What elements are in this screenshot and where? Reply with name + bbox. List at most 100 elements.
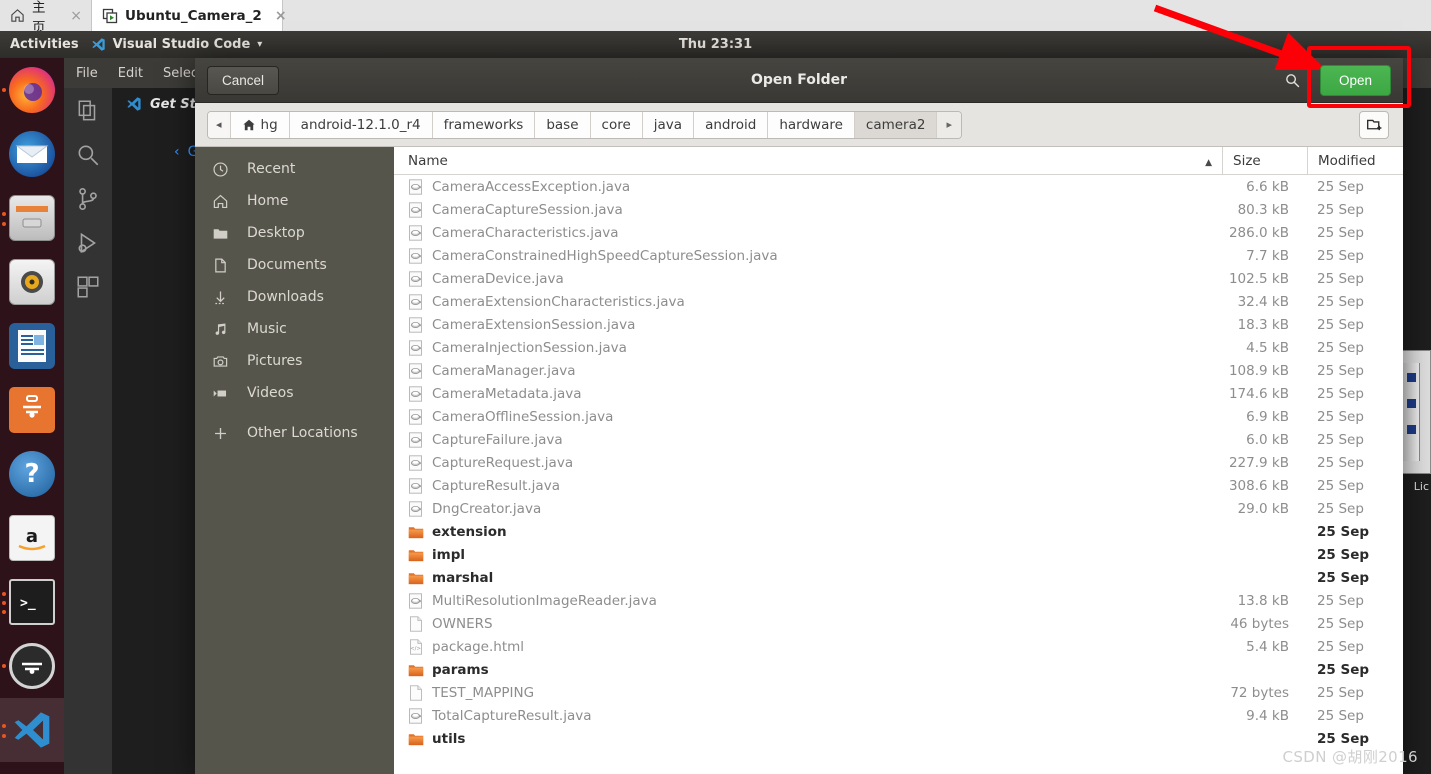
browser-tab-strip: 主页 × Ubuntu_Camera_2 ×	[0, 0, 1431, 36]
file-size-cell: 174.6 kB	[1228, 385, 1289, 402]
file-modified-cell: 25 Sep	[1317, 661, 1370, 678]
close-icon[interactable]: ×	[275, 8, 287, 24]
sidebar-item-music[interactable]: Music	[195, 313, 394, 345]
sidebar-item-other-locations[interactable]: Other Locations	[195, 417, 394, 449]
table-row[interactable]: CameraAccessException.java 6.6 kB 25 Sep	[394, 175, 1403, 198]
plus-icon	[211, 425, 229, 442]
breadcrumb-item-android-sub[interactable]: android	[694, 111, 769, 138]
breadcrumb-item-base[interactable]: base	[535, 111, 591, 138]
dock-item-firefox[interactable]	[0, 58, 64, 122]
dock-item-libreoffice-writer[interactable]	[0, 314, 64, 378]
table-row[interactable]: CameraMetadata.java 174.6 kB 25 Sep	[394, 382, 1403, 405]
top-panel-app-menu[interactable]: Visual Studio Code ▾	[91, 37, 262, 52]
dock-item-help[interactable]: ?	[0, 442, 64, 506]
breadcrumb-item-frameworks[interactable]: frameworks	[432, 111, 536, 138]
table-row[interactable]: utils 25 Sep	[394, 727, 1403, 750]
browser-tab-label: Ubuntu_Camera_2	[125, 7, 262, 24]
table-row[interactable]: CameraExtensionSession.java 18.3 kB 25 Sep	[394, 313, 1403, 336]
sidebar-item-videos[interactable]: Videos	[195, 377, 394, 409]
table-row[interactable]: CameraInjectionSession.java 4.5 kB 25 Sep	[394, 336, 1403, 359]
close-icon[interactable]: ×	[70, 8, 82, 24]
activities-button[interactable]: Activities	[0, 37, 91, 52]
table-row[interactable]: OWNERS 46 bytes 25 Sep	[394, 612, 1403, 635]
sidebar-item-home[interactable]: Home	[195, 185, 394, 217]
column-header-size[interactable]: Size	[1222, 147, 1307, 174]
table-row[interactable]: CaptureFailure.java 6.0 kB 25 Sep	[394, 428, 1403, 451]
running-indicator	[2, 601, 6, 605]
table-row[interactable]: CaptureResult.java 308.6 kB 25 Sep	[394, 474, 1403, 497]
sidebar-item-pictures[interactable]: Pictures	[195, 345, 394, 377]
table-row[interactable]: params 25 Sep	[394, 658, 1403, 681]
file-name-cell: CameraMetadata.java	[394, 386, 1222, 402]
dock-item-files[interactable]	[0, 186, 64, 250]
sidebar-item-desktop[interactable]: Desktop	[195, 217, 394, 249]
table-row[interactable]: CaptureRequest.java 227.9 kB 25 Sep	[394, 451, 1403, 474]
dock-item-terminal[interactable]: >_	[0, 570, 64, 634]
table-row[interactable]: CameraDevice.java 102.5 kB 25 Sep	[394, 267, 1403, 290]
vscode-icon	[9, 707, 55, 753]
dialog-header: Cancel Open Folder Open	[195, 58, 1403, 103]
menu-edit[interactable]: Edit	[118, 66, 143, 81]
chevron-down-icon[interactable]: ▾	[257, 39, 262, 50]
table-row[interactable]: TotalCaptureResult.java 9.4 kB 25 Sep	[394, 704, 1403, 727]
file-name-cell: CameraExtensionSession.java	[394, 317, 1222, 333]
table-row[interactable]: CameraOfflineSession.java 6.9 kB 25 Sep	[394, 405, 1403, 428]
table-row[interactable]: CameraCaptureSession.java 80.3 kB 25 Sep	[394, 198, 1403, 221]
table-row[interactable]: TEST_MAPPING 72 bytes 25 Sep	[394, 681, 1403, 704]
table-row[interactable]: CameraCharacteristics.java 286.0 kB 25 Sep	[394, 221, 1403, 244]
file-name-cell: MultiResolutionImageReader.java	[394, 593, 1222, 609]
extensions-icon[interactable]	[75, 274, 101, 300]
column-header-modified[interactable]: Modified	[1307, 147, 1403, 174]
file-name-label: MultiResolutionImageReader.java	[432, 592, 657, 609]
breadcrumb-item-android[interactable]: android-12.1.0_r4	[289, 111, 433, 138]
table-row[interactable]: DngCreator.java 29.0 kB 25 Sep	[394, 497, 1403, 520]
sidebar-item-label: Downloads	[247, 289, 324, 305]
file-name-label: utils	[432, 730, 466, 747]
file-name-label: marshal	[432, 569, 494, 586]
sidebar-item-downloads[interactable]: Downloads	[195, 281, 394, 313]
breadcrumb-prev-button[interactable]: ◂	[208, 111, 231, 138]
breadcrumb-next-button[interactable]: ▸	[937, 111, 962, 138]
table-row[interactable]: CameraExtensionCharacteristics.java 32.4 …	[394, 290, 1403, 313]
breadcrumb-item-camera2[interactable]: camera2	[854, 111, 938, 138]
breadcrumb-item-hg[interactable]: hg	[230, 111, 290, 138]
run-debug-icon[interactable]	[75, 230, 101, 256]
dock-item-vscode[interactable]	[0, 698, 64, 762]
cancel-button[interactable]: Cancel	[207, 65, 280, 95]
file-size-cell: 5.4 kB	[1246, 638, 1289, 655]
dock-item-thunderbird[interactable]	[0, 122, 64, 186]
browser-tab-home[interactable]: 主页 ×	[0, 0, 91, 36]
sidebar-item-label: Music	[247, 321, 287, 337]
file-list-header: Name ▲ Size Modified	[394, 147, 1403, 175]
table-row[interactable]: </> package.html 5.4 kB 25 Sep	[394, 635, 1403, 658]
breadcrumb-item-java[interactable]: java	[642, 111, 695, 138]
table-row[interactable]: MultiResolutionImageReader.java 13.8 kB 25…	[394, 589, 1403, 612]
search-icon[interactable]	[75, 142, 101, 168]
browser-tab-ubuntu-camera-2[interactable]: Ubuntu_Camera_2 ×	[91, 0, 287, 31]
dock-item-amazon[interactable]: a	[0, 506, 64, 570]
breadcrumb-item-core[interactable]: core	[590, 111, 643, 138]
open-button[interactable]: Open	[1319, 64, 1391, 96]
search-icon[interactable]	[1278, 64, 1308, 96]
table-row[interactable]: CameraManager.java 108.9 kB 25 Sep	[394, 359, 1403, 382]
source-control-icon[interactable]	[75, 186, 101, 212]
dock-item-rhythmbox[interactable]	[0, 250, 64, 314]
table-row[interactable]: marshal 25 Sep	[394, 566, 1403, 589]
new-folder-icon[interactable]	[1359, 110, 1389, 139]
java-file-icon	[408, 408, 424, 425]
file-size-cell: 308.6 kB	[1228, 477, 1289, 494]
sidebar-item-documents[interactable]: Documents	[195, 249, 394, 281]
sidebar-item-recent[interactable]: Recent	[195, 153, 394, 185]
table-row[interactable]: impl 25 Sep	[394, 543, 1403, 566]
menu-file[interactable]: File	[76, 66, 98, 81]
dock-item-ubuntu-software[interactable]	[0, 378, 64, 442]
ubuntu-top-panel: Activities Visual Studio Code ▾ Thu 23:3…	[0, 31, 1431, 58]
watermark: CSDN @胡刚2016	[1282, 748, 1418, 766]
dock-item-software-updater[interactable]	[0, 634, 64, 698]
breadcrumb-item-hardware[interactable]: hardware	[768, 111, 855, 138]
table-row[interactable]: CameraConstrainedHighSpeedCaptureSession…	[394, 244, 1403, 267]
table-row[interactable]: extension 25 Sep	[394, 520, 1403, 543]
vm-icon	[102, 8, 118, 24]
explorer-icon[interactable]	[75, 98, 101, 124]
column-header-name[interactable]: Name ▲	[394, 153, 1222, 169]
